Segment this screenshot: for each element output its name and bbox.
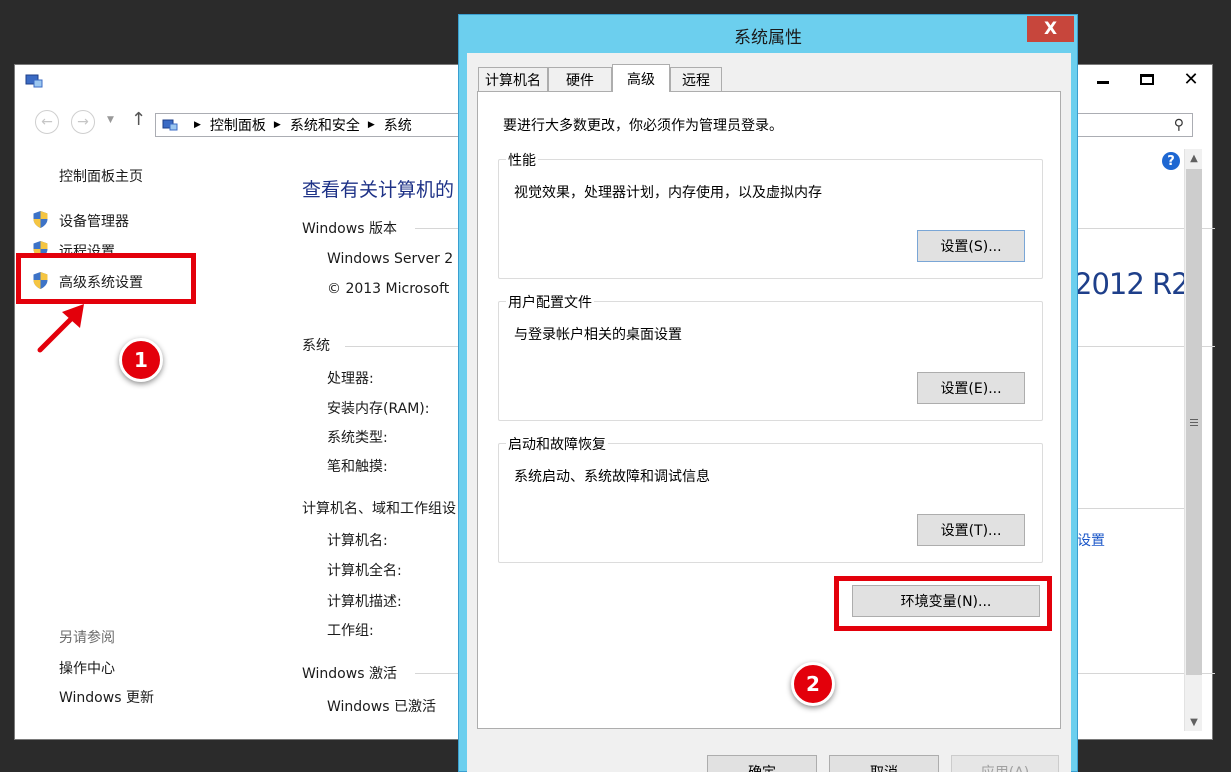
performance-settings-button[interactable]: 设置(S)...: [917, 230, 1025, 262]
breadcrumb-control-panel[interactable]: 控制面板: [210, 115, 266, 135]
minimize-button[interactable]: [1081, 65, 1125, 93]
user-profiles-group-label: 用户配置文件: [506, 292, 594, 312]
section-divider: [1075, 508, 1185, 509]
activation-heading: Windows 激活: [302, 666, 397, 682]
dialog-close-button[interactable]: X: [1027, 16, 1074, 42]
vertical-scrollbar[interactable]: ▲ ▼: [1184, 149, 1202, 731]
cancel-button[interactable]: 取消: [829, 755, 939, 772]
startup-recovery-group-label: 启动和故障恢复: [506, 434, 608, 454]
user-profiles-description: 与登录帐户相关的桌面设置: [514, 327, 682, 343]
address-bar[interactable]: ▶ 控制面板 ▶ 系统和安全 ▶ 系统: [155, 113, 461, 137]
system-type-label: 系统类型:: [327, 430, 388, 446]
highlight-box-advanced-settings: [16, 253, 196, 304]
windows-server-logo-text: 2012 R2: [1074, 267, 1190, 301]
change-settings-link[interactable]: 设置: [1077, 530, 1105, 550]
user-profiles-group: 用户配置文件 与登录帐户相关的桌面设置 设置(E)...: [498, 292, 1043, 421]
step-badge-1: 1: [119, 338, 163, 382]
processor-label: 处理器:: [327, 371, 374, 387]
dialog-title: 系统属性: [734, 28, 802, 48]
page-title: 查看有关计算机的: [302, 179, 455, 201]
startup-recovery-description: 系统启动、系统故障和调试信息: [514, 469, 710, 485]
computer-name-label: 计算机名:: [327, 533, 388, 549]
close-icon: ✕: [1183, 68, 1199, 90]
scroll-up-icon[interactable]: ▲: [1185, 149, 1203, 167]
system-window-icon: [25, 74, 43, 88]
user-profiles-settings-button[interactable]: 设置(E)...: [917, 372, 1025, 404]
up-button[interactable]: ↑: [131, 109, 146, 130]
system-properties-dialog: 系统属性 X 计算机名 硬件 高级 远程 要进行大多数更改，你必须作为管理员登录…: [458, 14, 1078, 772]
tab-computer-name[interactable]: 计算机名: [478, 67, 548, 91]
workgroup-label: 工作组:: [327, 623, 374, 639]
full-computer-name-label: 计算机全名:: [327, 563, 402, 579]
tab-advanced[interactable]: 高级: [612, 64, 670, 92]
breadcrumb-separator-icon: ▶: [194, 120, 201, 130]
arrow-right-icon: →: [77, 114, 89, 130]
startup-recovery-group: 启动和故障恢复 系统启动、系统故障和调试信息 设置(T)...: [498, 434, 1043, 563]
tab-remote[interactable]: 远程: [670, 67, 722, 91]
windows-edition-heading: Windows 版本: [302, 221, 397, 237]
see-also-heading: 另请参阅: [59, 630, 115, 646]
computer-description-label: 计算机描述:: [327, 594, 402, 610]
sidebar-home-link[interactable]: 控制面板主页: [59, 166, 143, 186]
scrollbar-thumb[interactable]: [1186, 169, 1202, 675]
step-badge-2: 2: [791, 662, 835, 706]
shield-icon: [33, 211, 48, 228]
control-panel-icon: [162, 119, 178, 131]
apply-button[interactable]: 应用(A): [951, 755, 1059, 772]
pen-touch-label: 笔和触摸:: [327, 459, 388, 475]
advanced-tab-panel: 要进行大多数更改，你必须作为管理员登录。 性能 视觉效果，处理器计划，内存使用，…: [477, 91, 1061, 729]
search-icon: ⚲: [1173, 117, 1184, 133]
help-icon[interactable]: ?: [1162, 152, 1180, 170]
red-arrow-icon: [37, 304, 84, 353]
forward-button[interactable]: →: [71, 110, 95, 134]
windows-update-link[interactable]: Windows 更新: [59, 687, 154, 707]
close-icon: X: [1043, 19, 1058, 39]
recent-locations-chevron-icon[interactable]: ▼: [107, 115, 114, 125]
performance-group: 性能 视觉效果，处理器计划，内存使用，以及虚拟内存 设置(S)...: [498, 150, 1043, 279]
close-button[interactable]: ✕: [1169, 65, 1213, 93]
ok-button[interactable]: 确定: [707, 755, 817, 772]
performance-description: 视觉效果，处理器计划，内存使用，以及虚拟内存: [514, 185, 822, 201]
sidebar-device-manager-link[interactable]: 设备管理器: [59, 211, 129, 231]
arrow-left-icon: ←: [41, 114, 53, 130]
startup-recovery-settings-button[interactable]: 设置(T)...: [917, 514, 1025, 546]
admin-notice: 要进行大多数更改，你必须作为管理员登录。: [503, 118, 783, 134]
search-input[interactable]: ⚲: [1077, 113, 1193, 137]
dialog-client-area: 计算机名 硬件 高级 远程 要进行大多数更改，你必须作为管理员登录。 性能 视觉…: [467, 53, 1071, 772]
computer-name-heading: 计算机名、域和工作组设: [302, 501, 456, 517]
breadcrumb-separator-icon: ▶: [367, 120, 375, 130]
ram-label: 安装内存(RAM):: [327, 401, 430, 417]
maximize-button[interactable]: [1125, 65, 1169, 93]
performance-group-label: 性能: [506, 150, 538, 170]
scroll-down-icon[interactable]: ▼: [1185, 713, 1203, 731]
system-heading: 系统: [302, 338, 330, 354]
tab-hardware[interactable]: 硬件: [548, 67, 612, 91]
back-button[interactable]: ←: [35, 110, 59, 134]
windows-edition-value: Windows Server 2: [327, 251, 454, 267]
action-center-link[interactable]: 操作中心: [59, 658, 115, 678]
copyright-text: © 2013 Microsoft: [327, 281, 450, 297]
breadcrumb-system[interactable]: 系统: [384, 115, 412, 135]
breadcrumb-system-security[interactable]: 系统和安全: [290, 115, 360, 135]
highlight-box-environment-variables: [834, 576, 1052, 631]
breadcrumb-separator-icon: ▶: [273, 120, 281, 130]
activation-status: Windows 已激活: [327, 699, 436, 715]
grip-icon: [1190, 419, 1198, 426]
